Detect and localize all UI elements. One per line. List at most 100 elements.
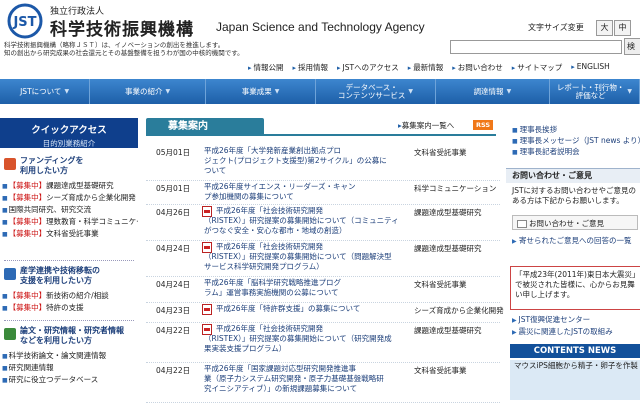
earthquake-notice: 「平成23年(2011年)東日本大震災」で被災された皆様に、心からお見舞い申し上… <box>510 266 640 310</box>
left-sidebar: クイックアクセス 目的別業務紹介 ファンディングを 利用したい方 ■【募集中】課題… <box>0 118 138 400</box>
category-link[interactable]: ■【募集中】シーズ育成から企業化開発 <box>2 192 138 204</box>
president-link[interactable]: ■ 理事長メッセージ（JST news より） <box>512 135 640 146</box>
category-link[interactable]: ■研究に役立つデータベース <box>2 374 138 386</box>
chevron-down-icon: ▼ <box>64 87 70 95</box>
chevron-down-icon: ▼ <box>408 87 414 95</box>
bullet-icon: ■ <box>2 231 8 238</box>
recruitment-department: 科学コミュニケーション <box>414 184 497 193</box>
recruitment-date: 04月22日 <box>156 366 191 375</box>
category-title[interactable]: ファンディングを 利用したい方 <box>20 156 136 176</box>
utility-link[interactable]: ▸ ENGLISH <box>571 62 609 74</box>
org-name-en: Japan Science and Technology Agency <box>216 20 425 34</box>
category-icon <box>4 328 16 340</box>
font-medium-button[interactable]: 中 <box>614 20 631 36</box>
bullet-icon: ■ <box>2 183 8 190</box>
chevron-down-icon: ▼ <box>274 87 280 95</box>
category-link[interactable]: ■【募集中】文科省受託事業 <box>2 228 138 240</box>
jst-logo[interactable]: JST <box>4 3 46 39</box>
recruitment-title-link[interactable]: 平成26年度「社会技術研究開発 （RISTEX）」研究提案の募集開始について（問… <box>204 242 392 272</box>
arrow-icon: ▸ <box>571 63 575 71</box>
recruitment-title-link[interactable]: 平成26年度「脳科学研究戦略推進プログ ラム」運営事務実施機関の公募について <box>204 278 341 298</box>
nav-item[interactable]: 事業の紹介 ▼ <box>90 79 207 104</box>
utility-link[interactable]: ▸ 採用情報 <box>293 62 329 74</box>
recruitment-department: 課題達成型基礎研究 <box>414 326 482 335</box>
nav-item[interactable]: 調達情報 ▼ <box>436 79 550 104</box>
recruitment-department: シーズ育成から企業化開発 <box>414 306 504 315</box>
contents-news-item[interactable]: マウスiPS細胞から精子・卵子を作製 <box>510 360 640 400</box>
contact-title: お問い合わせ・ご意見 <box>506 168 640 183</box>
category-title[interactable]: 論文・研究情報・研究者情報 などを利用したい方 <box>20 326 136 346</box>
site-header: JST 独立行政法人 科学技術振興機構 Japan Science and Te… <box>0 0 640 62</box>
category-link[interactable]: ■【募集中】課題達成型基礎研究 <box>2 180 138 192</box>
category-link[interactable]: ■研究関連情報 <box>2 362 138 374</box>
nav-item[interactable]: レポート・刊行物・ 評価など ▼ <box>550 79 640 104</box>
nav-item[interactable]: データベース・ コンテンツサービス ▼ <box>316 79 436 104</box>
bullet-icon: ■ <box>2 207 8 214</box>
contact-text: JSTに対するお問い合わせやご意見のある方は下記からお願いします。 <box>512 186 637 205</box>
arrow-icon: ▸ <box>292 64 297 72</box>
recruitment-title-link[interactable]: 平成26年度「社会技術研究開発 （RISTEX）」研究提案の募集開始について（研… <box>204 324 392 354</box>
recruitment-title-link[interactable]: 平成26年度「国家課題対応型研究開発推進事 業（原子力システム研究開発・原子力基… <box>204 364 384 394</box>
nav-item[interactable]: 事業成果 ▼ <box>206 79 317 104</box>
category-link[interactable]: ■【募集中】理数教育・科学コミュニケーション <box>2 216 138 228</box>
recruitment-row: 05月01日 平成26年度サイエンス・リーダーズ・キャン プ参加機関の募集について… <box>146 180 500 205</box>
recruitment-department: 文科省受託事業 <box>414 366 467 375</box>
contents-news-title: CONTENTS NEWS <box>510 344 640 358</box>
recruitment-date: 04月22日 <box>156 326 191 335</box>
recruitment-department: 文科省受託事業 <box>414 280 467 289</box>
category-link[interactable]: ■国際共同研究、研究交流 <box>2 204 138 216</box>
font-large-button[interactable]: 大 <box>596 20 613 36</box>
recruitment-list-link[interactable]: ▸募集案内一覧へ <box>398 120 454 131</box>
earthquake-link[interactable]: ▶ JST復興促進センター <box>512 314 590 325</box>
global-nav: JSTについて ▼ 事業の紹介 ▼ 事業成果 ▼ データベース・ コンテンツサービス ▼ 調達情… <box>0 79 640 104</box>
arrow-icon: ▸ <box>452 64 456 72</box>
opinion-answers-link[interactable]: ▶ 寄せられたご意見への回答の一覧 <box>512 235 632 246</box>
bullet-icon: ■ <box>2 219 8 226</box>
utility-link[interactable]: ▸ 最新情報 <box>408 62 444 74</box>
quick-access-title: クイックアクセス <box>31 125 107 136</box>
arrow-icon: ▸ <box>337 64 341 72</box>
bullet-icon: ■ <box>512 149 518 156</box>
utility-link[interactable]: ▸ サイトマップ <box>512 62 563 74</box>
earthquake-link[interactable]: ▶ 震災に関連したJSTの取組み <box>512 326 613 337</box>
category-links: ■【募集中】課題達成型基礎研究 ■【募集中】シーズ育成から企業化開発 ■国際共同研究… <box>2 180 138 240</box>
divider <box>4 260 134 261</box>
utility-link[interactable]: ▸ お問い合わせ <box>452 62 503 74</box>
category-icon <box>4 158 16 170</box>
category-link[interactable]: ■【募集中】新技術の紹介/相談 <box>2 290 138 302</box>
divider <box>4 320 134 321</box>
president-link[interactable]: ■ 理事長挨拶 <box>512 124 557 135</box>
recruitment-row: 04月24日 平成26年度「脳科学研究戦略推進プログ ラム」運営事務実施機関の公募… <box>146 276 500 303</box>
category-link[interactable]: ■科学技術論文・論文関連情報 <box>2 350 138 362</box>
recruitment-row: 04月22日 平成26年度「国家課題対応型研究開発推進事 業（原子力システム研究開… <box>146 362 500 403</box>
category-title[interactable]: 産学連携や技術移転の 支援を利用したい方 <box>20 266 136 286</box>
president-link[interactable]: ■ 理事長記者説明会 <box>512 146 580 157</box>
search-button[interactable]: 検 <box>624 38 640 55</box>
recruitment-department: 課題達成型基礎研究 <box>414 244 482 253</box>
recruitment-title-link[interactable]: 平成26年度「特許群支援」の募集について <box>204 304 360 314</box>
category-link[interactable]: ■【募集中】特許の支援 <box>2 302 138 314</box>
tagline-line-1: 科学技術振興機構（略称ＪＳＴ）は、イノベーションの創出を推進します。 <box>4 41 225 49</box>
category-links: ■【募集中】新技術の紹介/相談 ■【募集中】特許の支援 <box>2 290 138 314</box>
bullet-icon: ■ <box>2 195 8 202</box>
recruitment-title-link[interactable]: 平成26年度「大学発新産業創出拠点プロ ジェクト(プロジェクト支援型)第2サイク… <box>204 146 387 176</box>
search-input[interactable] <box>450 40 622 54</box>
recruitment-title-link[interactable]: 平成26年度サイエンス・リーダーズ・キャン プ参加機関の募集について <box>204 182 355 202</box>
recruitment-title: 募集案内 <box>146 118 264 135</box>
utility-link[interactable]: ▸ 情報公開 <box>248 62 284 74</box>
arrow-icon: ▸ <box>248 64 252 72</box>
bullet-icon: ■ <box>2 365 8 372</box>
arrow-icon: ▸ <box>511 64 516 72</box>
tagline: 科学技術振興機構（略称ＪＳＴ）は、イノベーションの創出を推進します。 知の創出か… <box>4 41 444 57</box>
contact-button[interactable]: お問い合わせ・ご意見 <box>512 215 638 230</box>
nav-item[interactable]: JSTについて ▼ <box>0 79 91 104</box>
recruitment-date: 05月01日 <box>156 184 191 193</box>
quick-access-subtitle: 目的別業務紹介 <box>42 139 96 148</box>
recruitment-section: 募集案内 ▸募集案内一覧へ RSS 05月01日 平成26年度「大学発新産業創出拠… <box>146 118 504 403</box>
bullet-icon: ■ <box>2 293 8 300</box>
recruitment-title-link[interactable]: 平成26年度「社会技術研究開発 （RISTEX）」研究提案の募集開始について（コ… <box>204 206 399 236</box>
recruitment-date: 04月23日 <box>156 306 191 315</box>
logo-text: JST <box>12 15 36 30</box>
rss-icon[interactable]: RSS <box>473 120 493 130</box>
utility-link[interactable]: ▸ JSTへのアクセス <box>337 62 399 74</box>
